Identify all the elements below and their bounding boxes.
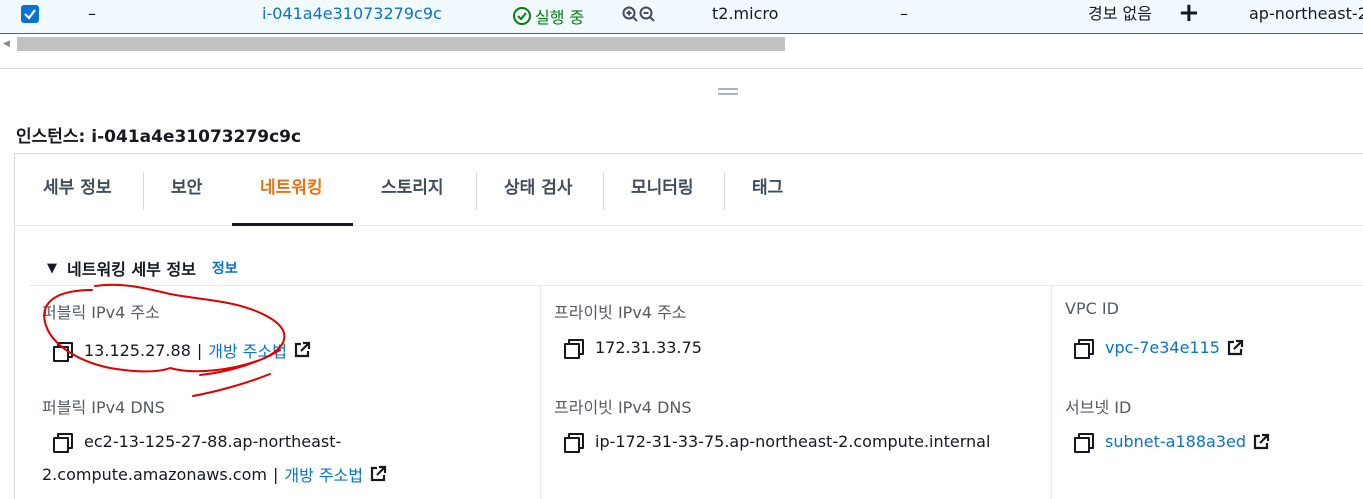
copy-icon[interactable] [53,341,73,362]
add-alarm-button[interactable]: + [1178,0,1200,28]
copy-icon[interactable] [1074,433,1094,453]
public-ipv4-value-row: 13.125.27.88 | 개방 주소법 [53,338,311,362]
networking-details-section: ▼ 네트워킹 세부 정보 정보 퍼블릭 IPv4 주소 13.125.27.88… [15,227,1363,499]
section-divider [29,285,1363,286]
resize-handle[interactable] [718,88,738,95]
external-link-icon[interactable] [1226,339,1244,357]
caret-down-icon[interactable]: ▼ [47,261,57,276]
instance-id-link[interactable]: i-041a4e31073279c9c [262,4,442,23]
public-dns-value-row: ec2-13-125-27-88.ap-northeast- [53,432,342,453]
public-ipv4-label: 퍼블릭 IPv4 주소 [42,303,160,322]
private-ipv4-value-row: 172.31.33.75 [564,338,702,359]
public-ipv4-value: 13.125.27.88 [84,340,191,360]
open-address-link[interactable]: 개방 주소법 [284,462,363,486]
separator: | [272,464,279,484]
info-link[interactable]: 정보 [212,258,238,278]
zoom-in-icon[interactable] [622,4,638,24]
status-check-cell: – [900,4,908,23]
zoom-out-icon[interactable] [639,4,655,24]
tab-storage[interactable]: 스토리지 [353,154,472,226]
private-dns-value-row: ip-172-31-33-75.ap-northeast-2.compute.i… [564,432,991,453]
instance-detail-panel: 세부 정보 보안 네트워킹 스토리지 상태 검사 모니터링 태그 ▼ 네트워킹 … [14,153,1363,499]
external-link-icon[interactable] [369,465,387,483]
state-zoom-controls [622,4,655,24]
availability-zone-cell: ap-northeast-2 [1249,4,1363,23]
status-ok-icon [513,7,531,25]
external-link-icon[interactable] [1252,433,1270,451]
copy-icon[interactable] [564,433,584,453]
instance-state-cell: 실행 중 [512,4,584,28]
public-dns-value-line1: ec2-13-125-27-88.ap-northeast- [84,432,342,451]
row-checkbox[interactable] [21,5,39,23]
external-link-icon[interactable] [293,341,311,359]
separator: | [196,340,203,360]
split-divider [0,68,1363,69]
subnet-id-link[interactable]: subnet-a188a3ed [1105,432,1246,451]
public-dns-value-row2: 2.compute.amazonaws.com | 개방 주소법 [42,462,387,486]
private-ipv4-label: 프라이빗 IPv4 주소 [554,303,687,322]
column-divider [1051,285,1052,499]
subnet-id-label: 서브넷 ID [1065,398,1132,417]
copy-icon[interactable] [53,433,73,453]
scroll-left-arrow-icon[interactable]: ◀ [3,39,10,49]
public-dns-label: 퍼블릭 IPv4 DNS [42,398,165,417]
instance-table-row[interactable]: – i-041a4e31073279c9c 실행 중 t2.micro – 경보… [0,0,1363,34]
subnet-id-value-row: subnet-a188a3ed [1074,432,1270,453]
tab-tags[interactable]: 태그 [724,154,811,226]
private-ipv4-value: 172.31.33.75 [595,338,702,357]
tab-monitoring[interactable]: 모니터링 [603,154,722,226]
tab-security[interactable]: 보안 [143,154,230,226]
instance-type-cell: t2.micro [712,4,779,23]
instance-detail-title: 인스턴스: i-041a4e31073279c9c [16,127,302,147]
horizontal-scrollbar[interactable]: ◀ [0,35,1363,53]
section-title: 네트워킹 세부 정보 [67,260,196,279]
vpc-id-value-row: vpc-7e34e115 [1074,338,1244,359]
private-dns-value: ip-172-31-33-75.ap-northeast-2.compute.i… [595,432,991,451]
vpc-id-label: VPC ID [1065,299,1119,318]
column-divider [540,285,541,499]
private-dns-label: 프라이빗 IPv4 DNS [554,398,692,417]
detail-tabs: 세부 정보 보안 네트워킹 스토리지 상태 검사 모니터링 태그 [15,154,1363,226]
alarm-status-cell: 경보 없음 [1088,4,1152,23]
copy-icon[interactable] [1074,339,1094,359]
tab-details[interactable]: 세부 정보 [15,154,139,226]
open-address-link[interactable]: 개방 주소법 [208,338,287,362]
public-dns-value-line2: 2.compute.amazonaws.com [42,464,267,484]
networking-section-header[interactable]: ▼ 네트워킹 세부 정보 정보 [47,256,238,280]
copy-icon[interactable] [564,339,584,359]
check-icon [24,9,36,20]
scrollbar-thumb[interactable] [17,37,785,51]
vpc-id-link[interactable]: vpc-7e34e115 [1105,338,1220,357]
instance-state-label: 실행 중 [535,8,585,27]
tab-networking[interactable]: 네트워킹 [232,154,353,226]
instance-name-cell: – [88,4,96,23]
tab-status-checks[interactable]: 상태 검사 [476,154,600,226]
